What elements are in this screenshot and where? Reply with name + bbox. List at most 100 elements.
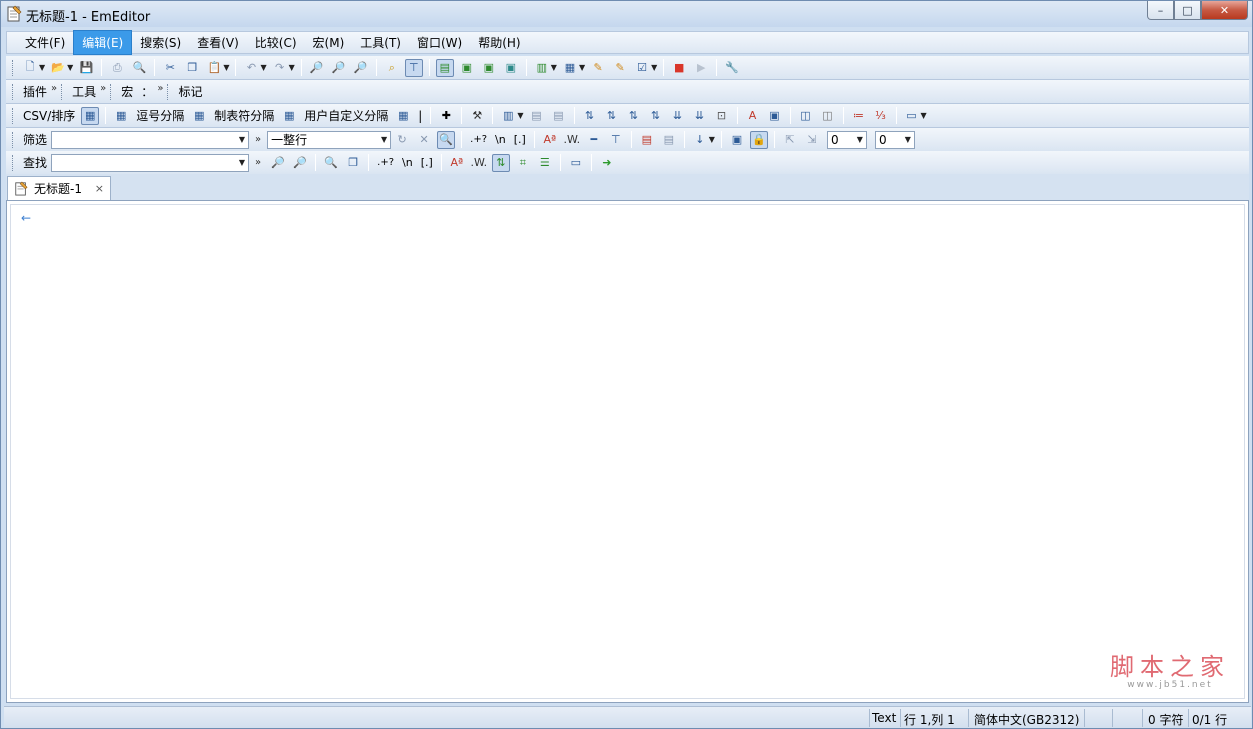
escape-toggle[interactable]: \n [491,133,510,146]
paste-icon[interactable]: 📋 [205,59,223,77]
window-list-icon[interactable]: ▦ [561,59,579,77]
menu-view[interactable]: 查看(V) [189,31,247,54]
tools-icon[interactable]: ⚒ [468,107,486,125]
doc-red-icon[interactable]: ▤ [638,131,656,149]
regex-toggle[interactable]: .+? [373,157,398,168]
wrench-icon[interactable]: 🔧 [723,59,741,77]
bracket-toggle[interactable]: [.] [417,156,437,169]
toolbar-grip[interactable] [110,83,113,100]
list-icon[interactable]: ☰ [536,154,554,172]
match-case-icon[interactable]: Aª [541,131,559,149]
bracket-toggle[interactable]: [.] [510,133,530,146]
tools-label[interactable]: 工具 [68,83,100,100]
menu-window[interactable]: 窗口(W) [409,31,470,54]
menu-file[interactable]: 文件(F) [17,31,73,54]
chevron-down-icon[interactable]: ▼ [260,63,266,72]
chevron-right-icon[interactable]: » [51,83,57,94]
toolbar-grip[interactable] [12,107,15,124]
chevron-down-icon[interactable]: ▼ [223,63,229,72]
highlight-search-icon[interactable]: ⌕ [383,59,401,77]
chevron-down-icon[interactable]: ▼ [289,63,295,72]
toolbar-grip[interactable] [12,131,15,148]
escape-toggle[interactable]: \n [398,156,417,169]
print-preview-icon[interactable]: 🔍 [130,59,148,77]
highlight-icon[interactable]: ⌗ [514,154,532,172]
sort-length-desc-icon[interactable]: ⇊ [691,107,709,125]
find-icon[interactable]: 🔎 [308,59,326,77]
markers-label[interactable]: 标记 [174,83,206,100]
window-icon[interactable]: ▣ [728,131,746,149]
normal-mode-icon[interactable]: ▦ [81,106,100,125]
plugins-label[interactable]: 插件 [19,83,51,100]
sort-90-icon[interactable]: ⇅ [647,107,665,125]
context-before-select[interactable]: 0 ▼ [826,130,867,149]
extract-icon[interactable]: ⇱ [781,131,799,149]
filter-input[interactable]: ▼ [51,130,250,149]
menu-macro[interactable]: 宏(M) [305,31,353,54]
find-prev-icon[interactable]: 🔎 [291,154,309,172]
chevron-down-icon[interactable]: ▼ [709,135,715,144]
compare-icon[interactable]: ◫ [797,107,815,125]
toolbar-grip[interactable] [12,59,15,76]
columns-icon[interactable]: ▥ [499,107,517,125]
find-next-icon[interactable]: 🔎 [269,154,287,172]
find-in-files-icon[interactable]: ❐ [344,154,362,172]
chevron-down-icon[interactable]: ▼ [239,135,245,144]
sort-za-icon[interactable]: ⇅ [603,107,621,125]
sort-az-icon[interactable]: ⇅ [581,107,599,125]
chevron-right-icon[interactable]: » [255,157,261,168]
chevron-down-icon[interactable]: ▼ [67,63,73,72]
add-column-icon[interactable]: ✚ [437,107,455,125]
undo-icon[interactable]: ↶ [242,59,260,77]
menu-compare[interactable]: 比较(C) [247,31,305,54]
toolbar-grip[interactable] [12,154,15,171]
new-file-icon[interactable]: 🗋 [21,59,39,77]
menu-edit[interactable]: 编辑(E) [73,30,133,55]
text-pane[interactable]: ← [10,204,1245,699]
whole-word-icon[interactable]: .W. [470,154,488,172]
wrap-around-icon[interactable]: ⇅ [491,153,510,172]
menu-tools[interactable]: 工具(T) [352,31,409,54]
context-after-select[interactable]: 0 ▼ [874,130,915,149]
filter-toggle-icon[interactable]: ⊤ [404,58,423,77]
tab-separated-button[interactable]: 制表符分隔 [210,107,278,124]
replace-icon[interactable]: ▣ [458,59,476,77]
pipe-separated-button[interactable]: | [414,109,426,123]
arrow-right-icon[interactable]: ➜ [598,154,616,172]
find-next-icon[interactable]: 🔎 [330,59,348,77]
chevron-down-icon[interactable]: ▼ [857,135,863,144]
clear-filter-icon[interactable]: ⊤ [607,131,625,149]
regex-toggle[interactable]: .+? [466,134,491,145]
user-separated-button[interactable]: 用户自定义分隔 [300,107,392,124]
refresh-icon[interactable]: ↻ [393,131,411,149]
status-encoding[interactable]: 简体中文(GB2312) [974,711,1079,728]
customize-icon[interactable]: ✎ [589,59,607,77]
close-button[interactable]: ✕ [1201,1,1248,20]
replace-files-icon[interactable]: ▣ [502,59,520,77]
doc-icon[interactable]: ▤ [660,131,678,149]
copy-icon[interactable]: ❐ [183,59,201,77]
redo-icon[interactable]: ↷ [271,59,289,77]
match-case-icon[interactable]: Aª [448,154,466,172]
filter-search-icon[interactable]: 🔍 [437,130,456,149]
whole-word-icon[interactable]: .W. [563,131,581,149]
chevron-down-icon[interactable]: ▼ [579,63,585,72]
chevron-down-icon[interactable]: ▼ [551,63,557,72]
check-list-icon[interactable]: ☑ [633,59,651,77]
toolbar-grip[interactable] [167,83,170,100]
find-input[interactable]: ▼ [51,153,250,172]
menu-help[interactable]: 帮助(H) [470,31,528,54]
numbering-icon[interactable]: ≔ [850,107,868,125]
ruler-123-icon[interactable]: ⅓ [872,107,890,125]
bookmark-icon[interactable]: ▥ [533,59,551,77]
abc-icon[interactable]: ▣ [766,107,784,125]
chevron-down-icon[interactable]: ▼ [381,135,387,144]
chevron-down-icon[interactable]: ▼ [239,158,245,167]
find-prev-icon[interactable]: 🔎 [352,59,370,77]
status-position[interactable]: 行 1,列 1 [904,711,955,728]
menu-search[interactable]: 搜索(S) [132,31,189,54]
sort-09-icon[interactable]: ⇅ [625,107,643,125]
select-column-icon[interactable]: ▤ [528,107,546,125]
arrow-down-icon[interactable]: ↓ [691,131,709,149]
comma-separated-button[interactable]: 逗号分隔 [132,107,188,124]
